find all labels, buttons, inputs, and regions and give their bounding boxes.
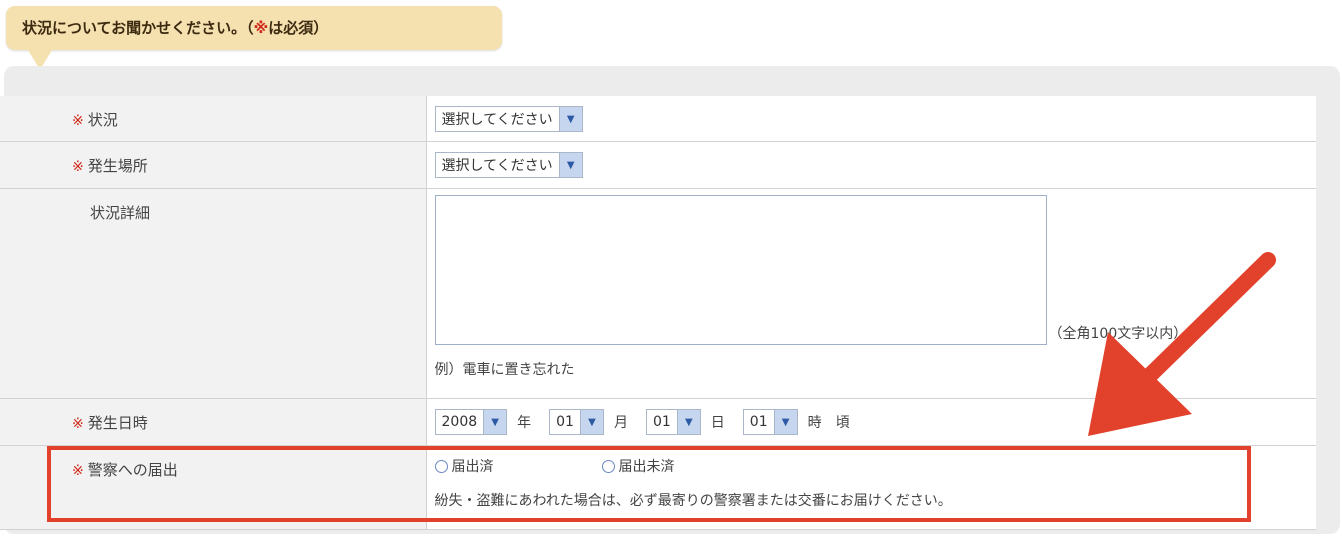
section-header-bubble: 状況についてお聞かせください。（※は必須）	[6, 6, 502, 50]
field-label-police-report: 警察への届出	[87, 461, 178, 479]
radio-label: 届出未済	[618, 459, 675, 475]
chevron-down-icon: ▼	[676, 410, 700, 434]
field-label-details: 状況詳細	[90, 204, 151, 222]
year-select[interactable]: 2008 ▼	[434, 409, 508, 435]
details-wrap: （全角100文字以内） 例）電車に置き忘れた	[434, 195, 1317, 379]
select-value: 選択してください	[441, 112, 553, 128]
header-text-after: は必須）	[268, 19, 329, 37]
value-cell: （全角100文字以内） 例）電車に置き忘れた	[426, 188, 1317, 399]
approx-suffix: 頃	[835, 415, 850, 431]
label-cell: ※ 状況	[0, 96, 427, 142]
chevron-down-icon: ▼	[558, 107, 582, 131]
required-mark: ※	[72, 463, 84, 479]
chevron-down-icon: ▼	[483, 410, 507, 434]
radio-circle-icon	[434, 459, 448, 473]
select-value: 01	[556, 414, 574, 430]
header-text: 状況についてお聞かせください。（	[22, 19, 254, 37]
incident-form: ※ 状況 選択してください ▼ ※ 発生場所 選択してください ▼ 状況詳細 （全角10…	[0, 96, 1316, 530]
day-select[interactable]: 01 ▼	[645, 409, 701, 435]
police-report-options: 届出済 届出未済	[434, 456, 1317, 476]
select-value: 2008	[441, 414, 478, 430]
chevron-down-icon: ▼	[579, 410, 603, 434]
chevron-down-icon: ▼	[773, 410, 797, 434]
required-mark: ※	[72, 416, 84, 432]
value-cell: 2008 ▼ 年 01 ▼ 月 01 ▼ 日 01 ▼ 時 頃	[426, 398, 1317, 446]
select-value: 01	[749, 414, 768, 430]
form-row-location: ※ 発生場所 選択してください ▼	[0, 141, 1316, 189]
select-value: 01	[652, 414, 671, 430]
day-unit: 日	[710, 415, 725, 431]
year-unit: 年	[517, 415, 532, 431]
location-select[interactable]: 選択してください ▼	[434, 152, 583, 178]
hour-select[interactable]: 01 ▼	[742, 409, 798, 435]
required-mark: ※	[72, 159, 84, 175]
radio-circle-icon	[601, 459, 615, 473]
form-row-datetime: ※ 発生日時 2008 ▼ 年 01 ▼ 月 01 ▼ 日 01 ▼ 時 頃	[0, 398, 1317, 446]
field-label-location: 発生場所	[87, 157, 148, 175]
select-value: 選択してください	[441, 158, 553, 174]
hour-unit: 時	[807, 415, 822, 431]
form-row-status: ※ 状況 選択してください ▼	[0, 96, 1316, 142]
month-unit: 月	[613, 415, 628, 431]
label-cell: 状況詳細	[0, 188, 427, 399]
form-row-police-report: ※ 警察への届出 届出済 届出未済 紛失・盗難にあわれた場合は、必ず最寄りの警察署…	[0, 445, 1317, 530]
month-select[interactable]: 01 ▼	[549, 409, 604, 435]
datetime-selects: 2008 ▼ 年 01 ▼ 月 01 ▼ 日 01 ▼ 時 頃	[434, 409, 1317, 435]
radio-label: 届出済	[451, 459, 494, 475]
field-label-datetime: 発生日時	[87, 414, 148, 432]
value-cell: 選択してください ▼	[426, 141, 1316, 189]
label-cell: ※ 発生日時	[0, 398, 427, 446]
status-select[interactable]: 選択してください ▼	[434, 106, 583, 132]
field-label-status: 状況	[87, 111, 118, 129]
required-mark: ※	[253, 19, 269, 37]
details-textarea[interactable]	[434, 195, 1047, 345]
radio-not-reported[interactable]: 届出未済	[601, 456, 675, 476]
label-cell: ※ 警察への届出	[0, 445, 427, 530]
chevron-down-icon: ▼	[558, 153, 582, 177]
label-cell: ※ 発生場所	[0, 141, 427, 189]
form-row-details: 状況詳細 （全角100文字以内） 例）電車に置き忘れた	[0, 188, 1317, 399]
radio-reported[interactable]: 届出済	[434, 456, 494, 476]
required-mark: ※	[72, 113, 84, 129]
value-cell: 届出済 届出未済 紛失・盗難にあわれた場合は、必ず最寄りの警察署または交番にお届…	[426, 445, 1317, 530]
details-example: 例）電車に置き忘れた	[434, 362, 575, 378]
value-cell: 選択してください ▼	[426, 96, 1316, 142]
police-notice: 紛失・盗難にあわれた場合は、必ず最寄りの警察署または交番にお届けください。	[434, 493, 952, 509]
char-limit-note: （全角100文字以内）	[1048, 326, 1188, 342]
